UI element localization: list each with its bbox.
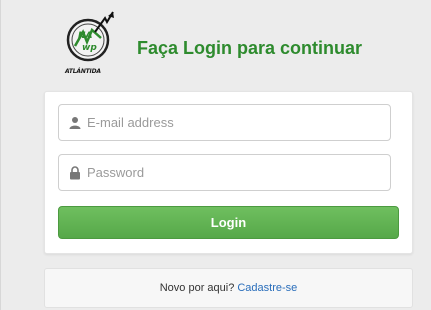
page-header: NA wp ATLÁNTIDA Faça Login para continua… — [61, 8, 401, 80]
email-input[interactable] — [87, 105, 387, 140]
password-input[interactable] — [87, 155, 387, 190]
signup-prompt: Novo por aqui? — [159, 282, 235, 294]
app-logo: NA wp ATLÁNTIDA — [61, 8, 131, 80]
user-icon — [69, 117, 81, 129]
page-title: Faça Login para continuar — [137, 38, 363, 58]
logo-caption: ATLÁNTIDA — [65, 68, 101, 75]
page-frame: NA wp ATLÁNTIDA Faça Login para continua… — [0, 0, 431, 310]
login-card: Login — [44, 91, 413, 254]
svg-text:wp: wp — [82, 43, 97, 53]
signup-link[interactable]: Cadastre-se — [237, 282, 297, 294]
svg-text:NA: NA — [78, 31, 93, 41]
login-button[interactable]: Login — [58, 206, 399, 239]
email-field[interactable] — [58, 104, 391, 141]
lock-icon — [70, 166, 80, 180]
password-field[interactable] — [58, 154, 391, 191]
signup-panel: Novo por aqui? Cadastre-se — [44, 268, 413, 308]
